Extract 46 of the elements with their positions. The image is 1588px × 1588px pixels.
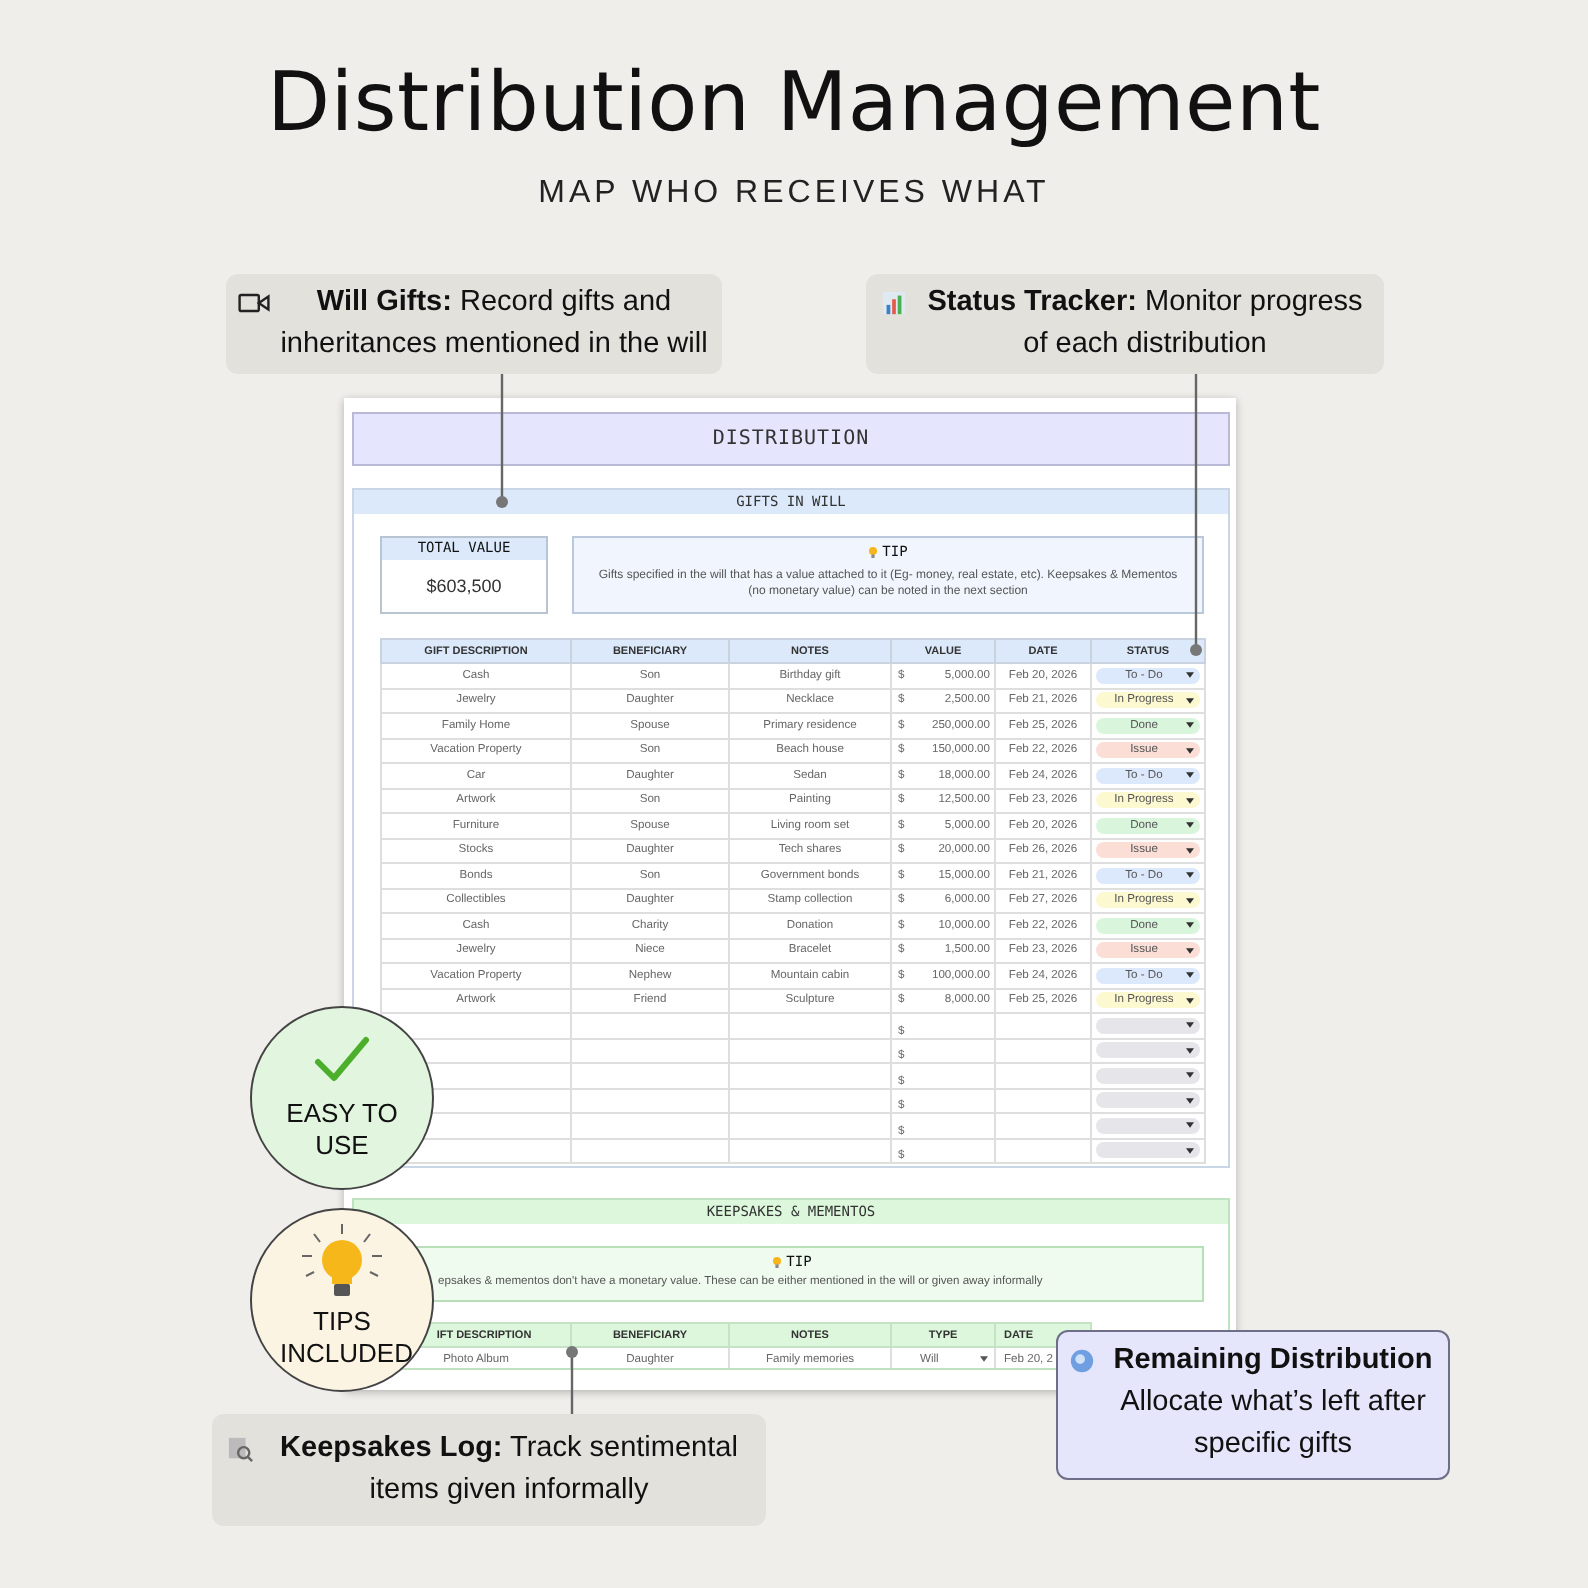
caret-icon xyxy=(1186,822,1194,829)
caret-icon xyxy=(1186,697,1194,704)
leader-line xyxy=(566,1346,578,1414)
caret-icon xyxy=(1186,797,1194,804)
caret-icon xyxy=(1186,872,1194,879)
callout-text: Status Tracker: Monitor progress of each distribution xyxy=(925,284,1365,364)
sheet-title: DISTRIBUTION xyxy=(352,412,1230,466)
callout-text: Will Gifts: Record gifts and inheritances mentioned in the will xyxy=(278,284,710,364)
caret-icon xyxy=(1186,747,1194,754)
callout-text: Remaining Distribution Allocate what’s left after specific gifts xyxy=(1111,1342,1435,1464)
caret-icon xyxy=(1186,722,1194,729)
caret-icon xyxy=(1186,847,1194,854)
status-dropdown[interactable] xyxy=(1096,1117,1200,1134)
globe-icon xyxy=(1066,1348,1098,1374)
badge-label: EASY TO USE xyxy=(284,1098,400,1162)
status-dropdown[interactable] xyxy=(1096,1042,1200,1059)
caret-icon xyxy=(1186,972,1194,979)
chart-icon xyxy=(878,290,910,316)
leader-line xyxy=(496,372,508,508)
status-dropdown[interactable] xyxy=(1096,1142,1200,1159)
caret-icon xyxy=(1186,997,1194,1004)
caret-icon xyxy=(1186,1122,1194,1129)
caret-icon xyxy=(1186,922,1194,929)
caret-icon xyxy=(1186,947,1194,954)
callout-text: Keepsakes Log: Track sentimental items given informally xyxy=(278,1430,740,1510)
caret-icon xyxy=(1186,1147,1194,1154)
caret-icon xyxy=(1186,772,1194,779)
caret-icon xyxy=(1186,1072,1194,1079)
lightbulb-icon xyxy=(298,1222,386,1302)
total-value: $603,500 xyxy=(424,574,504,600)
caret-icon xyxy=(1186,1022,1194,1029)
caret-icon xyxy=(980,1356,988,1363)
caret-icon xyxy=(1186,897,1194,904)
caret-icon xyxy=(1186,1097,1194,1104)
page-title: Distribution Management xyxy=(265,52,1323,154)
caret-icon xyxy=(1186,672,1194,679)
page-subtitle: MAP WHO RECEIVES WHAT xyxy=(536,174,1052,214)
status-dropdown[interactable] xyxy=(1096,1017,1200,1034)
checkmark-icon xyxy=(312,1034,372,1086)
caret-icon xyxy=(1186,1047,1194,1054)
document-search-icon xyxy=(224,1436,256,1462)
lightbulb-icon xyxy=(772,1255,783,1269)
lightbulb-icon xyxy=(868,545,879,559)
status-dropdown[interactable] xyxy=(1096,1092,1200,1109)
status-dropdown[interactable] xyxy=(1096,1067,1200,1084)
video-camera-icon xyxy=(238,290,270,316)
